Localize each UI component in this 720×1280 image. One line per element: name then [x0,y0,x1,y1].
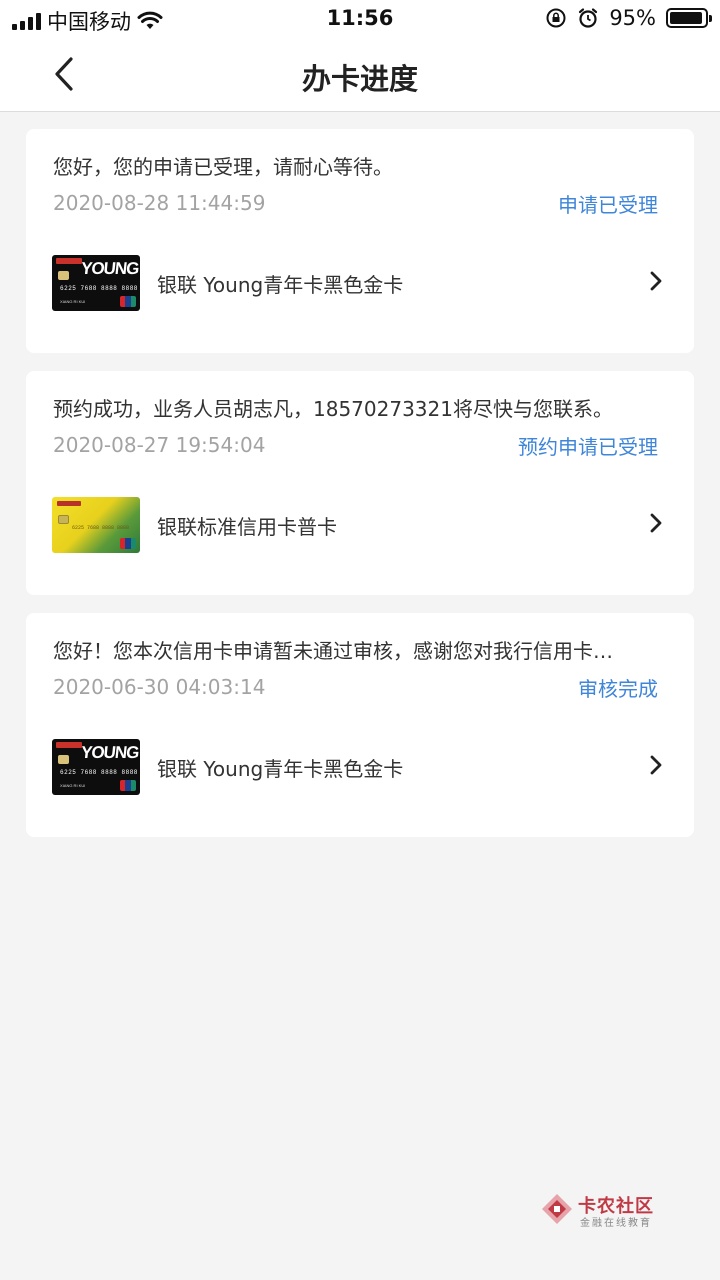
application-status: 审核完成 [578,677,658,701]
application-message: 您好，您的申请已受理，请耐心等待。 [53,155,393,179]
bank-logo-icon [57,501,81,506]
application-time: 2020-06-30 04:03:14 [53,675,266,699]
card-number: 6225 7688 8888 8888 [72,525,130,531]
card-number: 6225 7688 8888 8888 [60,769,138,776]
chip-icon [58,271,69,280]
battery-icon [666,8,712,28]
application-card: 您好，您的申请已受理，请耐心等待。 2020-08-28 11:44:59 申请… [26,129,694,353]
card-product-name: 银联 Young青年卡黑色金卡 [157,273,404,297]
application-time: 2020-08-28 11:44:59 [53,191,266,215]
chevron-right-icon [650,271,662,291]
application-time: 2020-08-27 19:54:04 [53,433,266,457]
alarm-icon [579,8,598,28]
rotation-lock-icon [546,8,566,28]
card-brand: YOUNG [79,743,140,762]
bank-logo-icon [56,742,82,748]
card-brand: YOUNG [79,259,140,278]
card-image-standard: 6225 7688 8888 8888 [52,497,140,553]
card-holder: XIANG RI KUI [60,783,86,788]
chevron-right-icon [650,755,662,775]
card-image-young: YOUNG 6225 7688 8888 8888 XIANG RI KUI [52,739,140,795]
battery-percent: 95% [609,6,656,30]
chip-icon [58,755,69,764]
card-image-young: YOUNG 6225 7688 8888 8888 XIANG RI KUI [52,255,140,311]
unionpay-icon [120,296,136,307]
card-product-row[interactable]: YOUNG 6225 7688 8888 8888 XIANG RI KUI 银… [26,239,694,319]
application-status: 预约申请已受理 [518,435,658,459]
card-product-name: 银联标准信用卡普卡 [157,515,337,539]
watermark-subtitle: 金融在线教育 [580,1218,652,1229]
nav-bar: 办卡进度 [0,36,720,112]
watermark-logo-icon [542,1194,572,1224]
application-status: 申请已受理 [558,193,658,217]
card-holder: XIANG RI KUI [60,299,86,304]
status-bar: 中国移动 11:56 95% [0,0,720,36]
card-product-row[interactable]: 6225 7688 8888 8888 银联标准信用卡普卡 [26,481,694,561]
card-product-name: 银联 Young青年卡黑色金卡 [157,757,404,781]
application-message: 预约成功，业务人员胡志凡，18570273321将尽快与您联系。 [53,397,613,421]
status-right: 95% [545,6,712,30]
bank-logo-icon [56,258,82,264]
application-card: 预约成功，业务人员胡志凡，18570273321将尽快与您联系。 2020-08… [26,371,694,595]
chip-icon [58,515,69,524]
card-number: 6225 7688 8888 8888 [60,285,138,292]
page-title: 办卡进度 [301,62,418,96]
watermark: 卡农社区 金融在线教育 [540,1190,670,1230]
application-card: 您好！您本次信用卡申请暂未通过审核，感谢您对我行信用卡… 2020-06-30 … [26,613,694,837]
card-product-row[interactable]: YOUNG 6225 7688 8888 8888 XIANG RI KUI 银… [26,723,694,803]
unionpay-icon [120,538,136,549]
chevron-right-icon [650,513,662,533]
unionpay-icon [120,780,136,791]
application-message: 您好！您本次信用卡申请暂未通过审核，感谢您对我行信用卡… [53,639,613,663]
